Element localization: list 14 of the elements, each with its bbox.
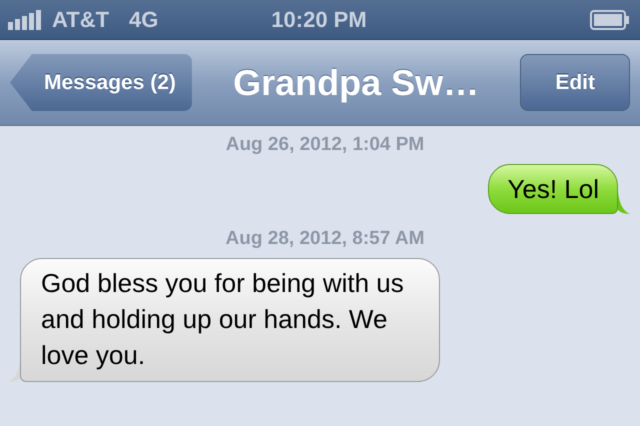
message-bubble: Yes! Lol <box>488 164 618 214</box>
bubble-tail <box>8 360 20 382</box>
message-bubble: God bless you for being with us and holding up our hands. We love you. <box>20 258 440 382</box>
bubble-tail <box>618 192 630 214</box>
battery-icon <box>590 10 630 30</box>
conversation-title: Grandpa Sw… <box>232 62 480 104</box>
signal-icon <box>8 10 44 30</box>
message-timestamp: Aug 28, 2012, 8:57 AM <box>226 228 424 250</box>
message-timestamp: Aug 26, 2012, 1:04 PM <box>226 134 424 156</box>
network-type: 4G <box>129 6 158 32</box>
back-button[interactable]: Messages (2) <box>10 54 192 111</box>
edit-button[interactable]: Edit <box>520 54 630 111</box>
carrier-name: AT&T <box>52 6 110 32</box>
clock-time: 10:20 PM <box>270 6 368 32</box>
